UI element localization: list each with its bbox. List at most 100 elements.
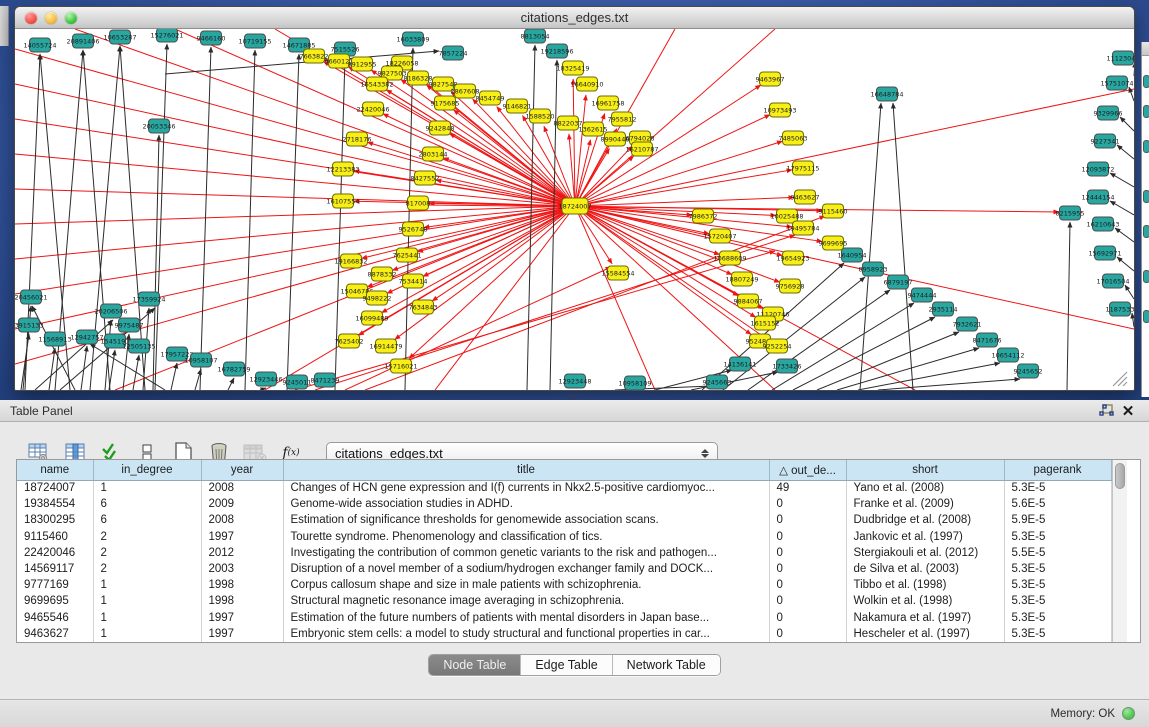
network-canvas[interactable]: 1405572420891406106532871527602194661601… [15,29,1134,390]
table-cell[interactable]: 5.3E-5 [1004,610,1111,626]
graph-node[interactable]: 9699695 [819,236,848,250]
table-row[interactable]: 1872400712008Changes of HCN gene express… [17,480,1111,496]
table-cell[interactable]: 0 [769,496,846,512]
graph-node[interactable]: 17359924 [132,292,165,306]
network-window[interactable]: citations_edges.txt 14055724208914061065… [14,6,1135,391]
table-cell[interactable]: Changes of HCN gene expression and I(f) … [283,480,769,496]
graph-node[interactable]: 9466160 [197,31,226,45]
table-row[interactable]: 946362711997Embryonic stem cells: a mode… [17,626,1111,642]
table-cell[interactable]: Wolkin et al. (1998) [846,593,1004,609]
table-cell[interactable]: Stergiakouli et al. (2012) [846,545,1004,561]
graph-node[interactable]: 16099489 [355,311,388,325]
table-row[interactable]: 977716911998Corpus callosum shape and si… [17,577,1111,593]
table-cell[interactable]: 5.3E-5 [1004,577,1111,593]
table-cell[interactable]: Corpus callosum shape and size in male p… [283,577,769,593]
table-cell[interactable]: 9699695 [17,593,93,609]
graph-node[interactable]: 8958923 [859,262,888,276]
graph-node[interactable]: 12923448 [558,374,591,388]
table-cell[interactable]: 2 [93,561,201,577]
column-header[interactable]: year [201,460,283,480]
graph-node[interactable]: 1733426 [773,359,802,373]
graph-node[interactable]: 9252254 [763,339,792,353]
table-cell[interactable]: Nakamura et al. (1997) [846,610,1004,626]
table-cell[interactable]: 0 [769,593,846,609]
graph-node[interactable]: 8813054 [521,29,550,43]
table-cell[interactable]: 5.3E-5 [1004,626,1111,642]
table-cell[interactable]: 22420046 [17,545,93,561]
table-cell[interactable]: 0 [769,545,846,561]
table-cell[interactable]: 0 [769,512,846,528]
graph-node[interactable]: 9884067 [734,294,763,308]
table-cell[interactable]: Yano et al. (2008) [846,480,1004,496]
table-cell[interactable]: 49 [769,480,846,496]
column-header[interactable]: pagerank [1004,460,1111,480]
graph-node[interactable]: 15276021 [150,29,183,42]
table-cell[interactable]: 18300295 [17,512,93,528]
graph-node[interactable]: 8471239 [311,373,340,387]
table-cell[interactable]: 2008 [201,512,283,528]
table-cell[interactable]: 2009 [201,496,283,512]
table-row[interactable]: 969969511998Structural magnetic resonanc… [17,593,1111,609]
table-cell[interactable]: 1998 [201,593,283,609]
graph-node[interactable]: 17975115 [786,161,819,175]
column-header[interactable]: △ out_de... [769,460,846,480]
table-cell[interactable]: 9463627 [17,626,93,642]
column-header[interactable]: name [17,460,93,480]
window-resize-grip[interactable] [1113,372,1127,386]
table-cell[interactable]: 1 [93,480,201,496]
graph-node[interactable]: 2935114 [929,302,958,316]
graph-node[interactable]: 9245011 [283,375,312,389]
graph-node[interactable]: 7625402 [335,334,364,348]
graph-node[interactable]: 19218596 [540,44,573,58]
table-cell[interactable]: 5.3E-5 [1004,529,1111,545]
table-cell[interactable]: 14569117 [17,561,93,577]
table-cell[interactable]: 1998 [201,577,283,593]
graph-node[interactable]: 1615152 [751,316,780,330]
table-row[interactable]: 1456911722003Disruption of a novel membe… [17,561,1111,577]
table-cell[interactable]: 5.3E-5 [1004,561,1111,577]
table-cell[interactable]: 1997 [201,529,283,545]
close-window-button[interactable] [25,12,37,24]
panel-splitter-handle[interactable] [566,394,580,400]
table-cell[interactable]: 9777169 [17,577,93,593]
graph-node[interactable]: 16107554 [326,194,359,208]
table-cell[interactable]: 1 [93,610,201,626]
table-cell[interactable]: 0 [769,610,846,626]
table-cell[interactable]: 0 [769,561,846,577]
graph-node[interactable]: 9329966 [1094,106,1123,120]
graph-node[interactable]: 11123044 [1106,51,1134,65]
graph-node[interactable]: 12093872 [1081,162,1114,176]
table-cell[interactable]: 1997 [201,626,283,642]
graph-node[interactable]: 7485063 [779,131,808,145]
column-header[interactable]: short [846,460,1004,480]
table-header-row[interactable]: namein_degreeyeartitle△ out_de...shortpa… [17,460,1111,480]
graph-node[interactable]: 12213383 [326,162,359,176]
graph-node[interactable]: 8454749 [476,91,505,105]
graph-node[interactable]: 9175685 [431,96,460,110]
graph-node[interactable]: 12444154 [1081,190,1114,204]
table-vertical-scrollbar[interactable] [1112,460,1127,642]
table-cell[interactable]: 2008 [201,480,283,496]
table-cell[interactable]: 18724007 [17,480,93,496]
tab-edge-table[interactable]: Edge Table [521,655,612,675]
table-cell[interactable]: de Silva et al. (2003) [846,561,1004,577]
table-cell[interactable]: Tibbo et al. (1998) [846,577,1004,593]
graph-node[interactable]: 9463627 [791,190,820,204]
table-cell[interactable]: 6 [93,512,201,528]
graph-node[interactable]: 7986372 [689,209,718,223]
graph-node[interactable]: 2718176 [343,132,372,146]
graph-node[interactable]: 2803144 [419,147,448,161]
graph-node[interactable]: 6879197 [884,275,913,289]
graph-node[interactable]: 12923446 [249,372,282,386]
table-cell[interactable]: Estimation of significance thresholds fo… [283,512,769,528]
graph-node[interactable]: 15692971 [1088,246,1121,260]
graph-node[interactable]: 9115460 [819,204,848,218]
table-cell[interactable]: 5.3E-5 [1004,480,1111,496]
graph-node[interactable]: 8427552 [411,171,440,185]
table-cell[interactable]: 9465546 [17,610,93,626]
graph-node[interactable]: 7634843 [409,300,438,314]
table-cell[interactable]: 2 [93,529,201,545]
graph-node[interactable]: 7534414 [399,274,428,288]
table-cell[interactable]: 5.6E-5 [1004,496,1111,512]
graph-node[interactable]: 9474444 [908,288,937,302]
